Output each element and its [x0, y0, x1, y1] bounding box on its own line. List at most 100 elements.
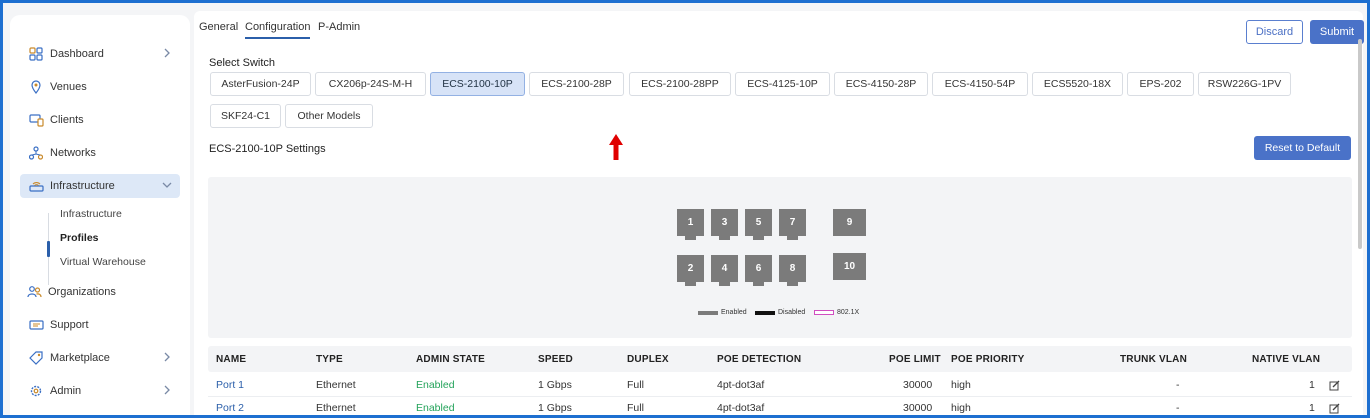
port-1[interactable]: 1	[677, 209, 704, 240]
switch-option[interactable]: ECS-2100-28P	[529, 72, 624, 96]
sidebar-item-marketplace[interactable]: Marketplace	[20, 346, 180, 370]
sidebar-item-clients[interactable]: Clients	[20, 108, 180, 132]
sidebar-item-label: Admin	[50, 385, 82, 397]
cell-poe-detection: 4pt-dot3af	[717, 379, 765, 391]
submenu-active-indicator	[47, 241, 50, 257]
sidebar-item-organizations[interactable]: Organizations	[20, 280, 180, 304]
port-2[interactable]: 2	[677, 255, 704, 286]
users-icon	[26, 284, 42, 300]
col-header-poe-detection[interactable]: POE DETECTION	[717, 354, 801, 365]
map-pin-icon	[28, 79, 44, 95]
col-header-poe-limit[interactable]: POE LIMIT	[889, 354, 941, 365]
edit-icon[interactable]	[1329, 403, 1340, 414]
switch-option[interactable]: Other Models	[285, 104, 373, 128]
reset-to-default-button[interactable]: Reset to Default	[1254, 136, 1351, 160]
sidebar-item-venues[interactable]: Venues	[20, 75, 180, 99]
arrow-up-icon	[609, 134, 623, 160]
devices-icon	[28, 112, 44, 128]
switch-option-selected[interactable]: ECS-2100-10P	[430, 72, 525, 96]
sidebar-item-support[interactable]: Support	[20, 313, 180, 337]
edit-icon[interactable]	[1329, 380, 1340, 391]
switch-option[interactable]: AsterFusion-24P	[210, 72, 311, 96]
tab-p-admin[interactable]: P-Admin	[318, 21, 360, 33]
cell-trunk-vlan: -	[1176, 379, 1180, 391]
row-divider	[208, 396, 1352, 397]
sidebar-item-label: Infrastructure	[50, 180, 115, 192]
grid-icon	[28, 46, 44, 62]
gear-icon	[28, 383, 44, 399]
submenu-item-infrastructure[interactable]: Infrastructure	[60, 208, 122, 220]
app-frame: Dashboard Venues Clients Networks Infras…	[0, 0, 1370, 418]
legend-8021x: 802.1X	[814, 309, 859, 316]
router-icon	[28, 178, 44, 194]
col-header-type[interactable]: TYPE	[316, 354, 343, 365]
cell-poe-limit: 30000	[903, 379, 933, 391]
sidebar-item-infrastructure[interactable]: Infrastructure	[20, 174, 180, 198]
sidebar-item-dashboard[interactable]: Dashboard	[20, 42, 180, 66]
sidebar-item-label: Venues	[50, 81, 87, 93]
tab-general[interactable]: General	[199, 21, 238, 33]
port-6[interactable]: 6	[745, 255, 772, 286]
col-header-native-vlan[interactable]: NATIVE VLAN	[1252, 354, 1320, 365]
port-name-link[interactable]: Port 2	[216, 402, 244, 414]
submit-button[interactable]: Submit	[1310, 20, 1364, 44]
switch-option[interactable]: CX206p-24S-M-H	[315, 72, 426, 96]
cell-native-vlan: 1	[1309, 379, 1315, 391]
chevron-right-icon	[164, 385, 170, 395]
switch-option[interactable]: ECS-4150-28P	[834, 72, 928, 96]
col-header-duplex[interactable]: DUPLEX	[627, 354, 669, 365]
cell-admin-state: Enabled	[416, 379, 455, 391]
col-header-speed[interactable]: SPEED	[538, 354, 573, 365]
select-switch-label: Select Switch	[209, 57, 276, 69]
col-header-trunk-vlan[interactable]: TRUNK VLAN	[1120, 354, 1187, 365]
port-9[interactable]: 9	[833, 209, 866, 236]
port-5[interactable]: 5	[745, 209, 772, 240]
sidebar-item-label: Organizations	[48, 286, 116, 298]
switch-option[interactable]: RSW226G-1PV	[1198, 72, 1291, 96]
sidebar: Dashboard Venues Clients Networks Infras…	[10, 15, 190, 415]
cell-poe-detection: 4pt-dot3af	[717, 402, 765, 414]
cell-poe-limit: 30000	[903, 402, 933, 414]
settings-title: ECS-2100-10P Settings	[209, 143, 326, 155]
chevron-right-icon	[164, 48, 170, 58]
sidebar-item-admin[interactable]: Admin	[20, 379, 180, 403]
switch-option[interactable]: ECS5520-18X	[1032, 72, 1123, 96]
legend-swatch-enabled	[698, 310, 718, 315]
submenu-item-virtual-warehouse[interactable]: Virtual Warehouse	[60, 256, 146, 268]
switch-option[interactable]: ECS-4125-10P	[735, 72, 830, 96]
cell-type: Ethernet	[316, 379, 356, 391]
cell-poe-priority: high	[951, 402, 971, 414]
port-7[interactable]: 7	[779, 209, 806, 240]
port-8[interactable]: 8	[779, 255, 806, 286]
port-4[interactable]: 4	[711, 255, 738, 286]
cell-trunk-vlan: -	[1176, 402, 1180, 414]
legend-disabled: Disabled	[755, 309, 805, 316]
ticket-icon	[28, 317, 44, 333]
sidebar-item-label: Dashboard	[50, 48, 104, 60]
col-header-poe-priority[interactable]: POE PRIORITY	[951, 354, 1025, 365]
sidebar-item-label: Support	[50, 319, 89, 331]
scrollbar-thumb[interactable]	[1358, 39, 1362, 249]
sidebar-item-networks[interactable]: Networks	[20, 141, 180, 165]
submenu-item-profiles[interactable]: Profiles	[60, 232, 99, 244]
legend-swatch-disabled	[755, 310, 775, 315]
col-header-admin-state[interactable]: ADMIN STATE	[416, 354, 485, 365]
discard-button[interactable]: Discard	[1246, 20, 1303, 44]
switch-option[interactable]: SKF24-C1	[210, 104, 281, 128]
network-icon	[28, 145, 44, 161]
tab-configuration[interactable]: Configuration	[245, 21, 311, 39]
switch-option[interactable]: EPS-202	[1127, 72, 1194, 96]
cell-admin-state: Enabled	[416, 402, 455, 414]
chevron-down-icon	[162, 182, 172, 188]
cell-duplex: Full	[627, 379, 644, 391]
sidebar-item-label: Marketplace	[50, 352, 110, 364]
chevron-right-icon	[164, 352, 170, 362]
main-panel: General Configuration P-Admin Discard Su…	[194, 11, 1364, 415]
port-10[interactable]: 10	[833, 253, 866, 280]
port-3[interactable]: 3	[711, 209, 738, 240]
switch-option[interactable]: ECS-4150-54P	[932, 72, 1028, 96]
port-name-link[interactable]: Port 1	[216, 379, 244, 391]
switch-option[interactable]: ECS-2100-28PP	[629, 72, 731, 96]
col-header-name[interactable]: NAME	[216, 354, 246, 365]
legend-enabled: Enabled	[698, 309, 747, 316]
